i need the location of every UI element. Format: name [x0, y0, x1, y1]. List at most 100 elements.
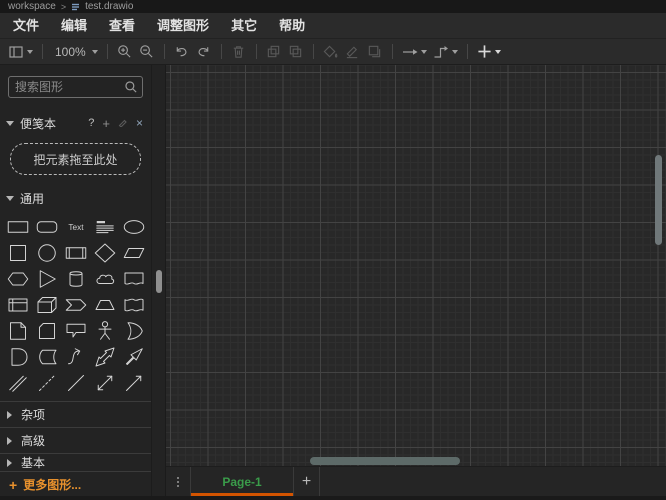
toolbar-line-color-button[interactable]: [342, 41, 364, 63]
shape-trapezoid[interactable]: [90, 292, 119, 318]
shape-card[interactable]: [32, 318, 61, 344]
search-shapes-input[interactable]: [8, 76, 143, 98]
section-misc[interactable]: 杂项: [0, 401, 151, 427]
shape-grid: Text: [0, 212, 151, 401]
shape-process[interactable]: [61, 240, 90, 266]
scratchpad-add-icon[interactable]: +: [102, 116, 110, 131]
toolbar-waypoints-button[interactable]: [430, 41, 461, 63]
menu-item-4[interactable]: 其它: [220, 13, 268, 39]
shape-cloud[interactable]: [90, 266, 119, 292]
dropzone-label: 把元素拖至此处: [33, 151, 117, 168]
toolbar-separator: [467, 44, 468, 59]
toolbar: 100%: [0, 39, 666, 65]
shape-document[interactable]: [119, 266, 148, 292]
shape-cube[interactable]: [32, 292, 61, 318]
misc-label: 杂项: [21, 406, 45, 423]
shape-curve[interactable]: [61, 344, 90, 370]
collapsed-arrow-icon: [7, 437, 16, 445]
chevron-down-icon: [421, 50, 427, 57]
shape-actor[interactable]: [90, 318, 119, 344]
more-shapes-button[interactable]: + 更多图形...: [0, 471, 151, 497]
shape-search: [8, 76, 143, 98]
toolbar-fill-color-button[interactable]: [320, 41, 342, 63]
toolbar-delete-button[interactable]: [228, 41, 250, 63]
toolbar-to-back-button[interactable]: [285, 41, 307, 63]
drawio-app: workspace > test.drawio 文件编辑查看调整图形其它帮助 1…: [0, 0, 666, 500]
toolbar-separator: [221, 44, 222, 59]
shape-rounded-rectangle[interactable]: [32, 214, 61, 240]
shape-and[interactable]: [3, 344, 32, 370]
shape-arrow[interactable]: [119, 344, 148, 370]
shape-callout[interactable]: [61, 318, 90, 344]
toolbar-separator: [107, 44, 108, 59]
plus-icon: +: [9, 477, 17, 493]
toolbar-separator: [256, 44, 257, 59]
toolbar-shadow-button[interactable]: [364, 41, 386, 63]
shape-link[interactable]: [3, 370, 32, 396]
toolbar-to-front-button[interactable]: [263, 41, 285, 63]
page-tab[interactable]: Page-1: [190, 467, 294, 496]
menu-item-1[interactable]: 编辑: [50, 13, 98, 39]
toolbar-zoom-level[interactable]: 100%: [49, 41, 101, 63]
shape-triangle[interactable]: [32, 266, 61, 292]
menu-item-0[interactable]: 文件: [2, 13, 50, 39]
shape-circle[interactable]: [32, 240, 61, 266]
breadcrumb-filename[interactable]: test.drawio: [85, 1, 133, 12]
shape-bidirectional-connector[interactable]: [90, 370, 119, 396]
shape-internal-storage[interactable]: [3, 292, 32, 318]
shape-square[interactable]: [3, 240, 32, 266]
toolbar-redo-button[interactable]: [193, 41, 215, 63]
canvas-vertical-scrollbar-thumb[interactable]: [655, 155, 662, 245]
shape-hexagon[interactable]: [3, 266, 32, 292]
shape-diamond[interactable]: [90, 240, 119, 266]
shape-rectangle[interactable]: [3, 214, 32, 240]
scratchpad-edit-icon[interactable]: [118, 114, 128, 132]
shape-bidirectional-arrow[interactable]: [90, 344, 119, 370]
toolbar-insert-button[interactable]: [474, 41, 504, 63]
general-label: 通用: [20, 190, 44, 207]
shape-step[interactable]: [61, 292, 90, 318]
pages-menu-icon[interactable]: [166, 467, 190, 496]
add-page-button[interactable]: +: [294, 467, 320, 496]
section-advanced[interactable]: 高级: [0, 427, 151, 453]
shape-text[interactable]: Text: [61, 214, 90, 240]
toolbar-separator: [42, 44, 43, 59]
shape-dashed-line[interactable]: [32, 370, 61, 396]
sidebar-scrollbar: [152, 65, 166, 500]
menu-item-5[interactable]: 帮助: [268, 13, 316, 39]
toolbar-undo-button[interactable]: [171, 41, 193, 63]
scratchpad-close-icon[interactable]: ×: [136, 116, 143, 130]
shape-textbox[interactable]: [90, 214, 119, 240]
canvas-horizontal-scrollbar-thumb[interactable]: [310, 457, 460, 465]
shape-line[interactable]: [61, 370, 90, 396]
menu-item-3[interactable]: 调整图形: [146, 13, 220, 39]
general-section-header[interactable]: 通用: [0, 189, 151, 207]
collapsed-arrow-icon: [7, 459, 16, 467]
toolbar-zoom-in-button[interactable]: [114, 41, 136, 63]
toolbar-connection-button[interactable]: [399, 41, 430, 63]
toolbar-view-selector-button[interactable]: [5, 41, 36, 63]
collapse-arrow-icon: [6, 121, 14, 130]
shape-cylinder[interactable]: [61, 266, 90, 292]
shape-note[interactable]: [3, 318, 32, 344]
search-icon[interactable]: [124, 80, 138, 99]
shape-parallelogram[interactable]: [119, 240, 148, 266]
scratchpad-dropzone[interactable]: 把元素拖至此处: [10, 143, 141, 175]
diagram-canvas[interactable]: [166, 65, 666, 466]
shape-directional-connector[interactable]: [119, 370, 148, 396]
shape-sidebar: 便笺本 ? + × 把元素拖至此处 通用 Text: [0, 65, 152, 500]
chevron-down-icon: [27, 50, 33, 57]
toolbar-separator: [164, 44, 165, 59]
section-basic[interactable]: 基本: [0, 453, 151, 471]
basic-label: 基本: [21, 454, 45, 471]
toolbar-zoom-out-button[interactable]: [136, 41, 158, 63]
shape-ellipse[interactable]: [119, 214, 148, 240]
scratchpad-help-icon[interactable]: ?: [88, 117, 94, 129]
scratchpad-section-header[interactable]: 便笺本 ? + ×: [0, 114, 151, 132]
sidebar-scrollbar-thumb[interactable]: [156, 270, 162, 293]
shape-tape[interactable]: [119, 292, 148, 318]
menu-item-2[interactable]: 查看: [98, 13, 146, 39]
shape-data-storage[interactable]: [32, 344, 61, 370]
shape-or[interactable]: [119, 318, 148, 344]
breadcrumb-workspace[interactable]: workspace: [8, 1, 56, 12]
